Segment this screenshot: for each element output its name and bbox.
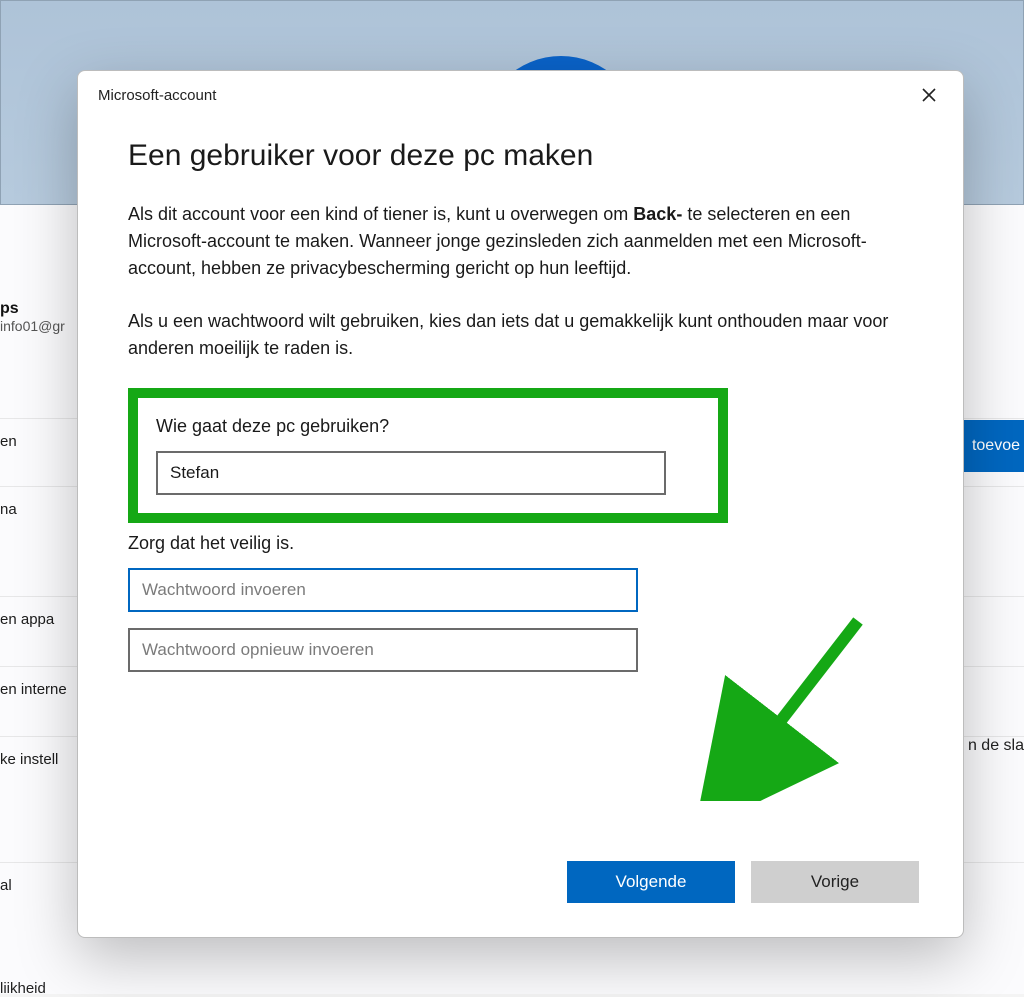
bg-row-text: al (0, 877, 70, 894)
password-section-label: Zorg dat het veilig is. (128, 533, 913, 554)
bg-row-text: en (0, 433, 70, 450)
page-heading: Een gebruiker voor deze pc maken (128, 139, 913, 173)
username-label: Wie gaat deze pc gebruiken? (156, 416, 700, 437)
intro-paragraph-2: Als u een wachtwoord wilt gebruiken, kie… (128, 308, 913, 362)
intro-text-bold: Back- (633, 204, 682, 224)
bg-add-label: toevoe (972, 437, 1020, 455)
annotation-arrow-icon (698, 611, 878, 801)
background-account-block: ps info01@gr (0, 300, 65, 334)
dialog-titlebar: Microsoft-account (78, 71, 963, 119)
background-add-button[interactable]: toevoe (964, 420, 1024, 472)
password-input[interactable] (128, 568, 638, 612)
intro-text-pre: Als dit account voor een kind of tiener … (128, 204, 633, 224)
bg-row-text: ke instell (0, 751, 70, 768)
username-highlight-box: Wie gaat deze pc gebruiken? (128, 388, 728, 523)
dialog-title: Microsoft-account (98, 87, 216, 104)
bg-row-text-right: n de sla (968, 737, 1024, 755)
bg-row-text: na (0, 501, 70, 518)
username-input[interactable] (156, 451, 666, 495)
bg-row-text: liikheid (0, 980, 46, 997)
previous-button[interactable]: Vorige (751, 861, 919, 903)
dialog-buttons: Volgende Vorige (567, 861, 919, 903)
bg-row-text: en appa (0, 611, 70, 628)
background-account-name: ps (0, 300, 65, 318)
microsoft-account-dialog: Microsoft-account Een gebruiker voor dez… (77, 70, 964, 938)
close-icon (922, 88, 936, 102)
next-button[interactable]: Volgende (567, 861, 735, 903)
background-account-mail: info01@gr (0, 318, 65, 334)
password-confirm-input[interactable] (128, 628, 638, 672)
bg-row-text: en interne (0, 681, 70, 698)
intro-paragraph-1: Als dit account voor een kind of tiener … (128, 201, 913, 282)
close-button[interactable] (911, 77, 947, 113)
